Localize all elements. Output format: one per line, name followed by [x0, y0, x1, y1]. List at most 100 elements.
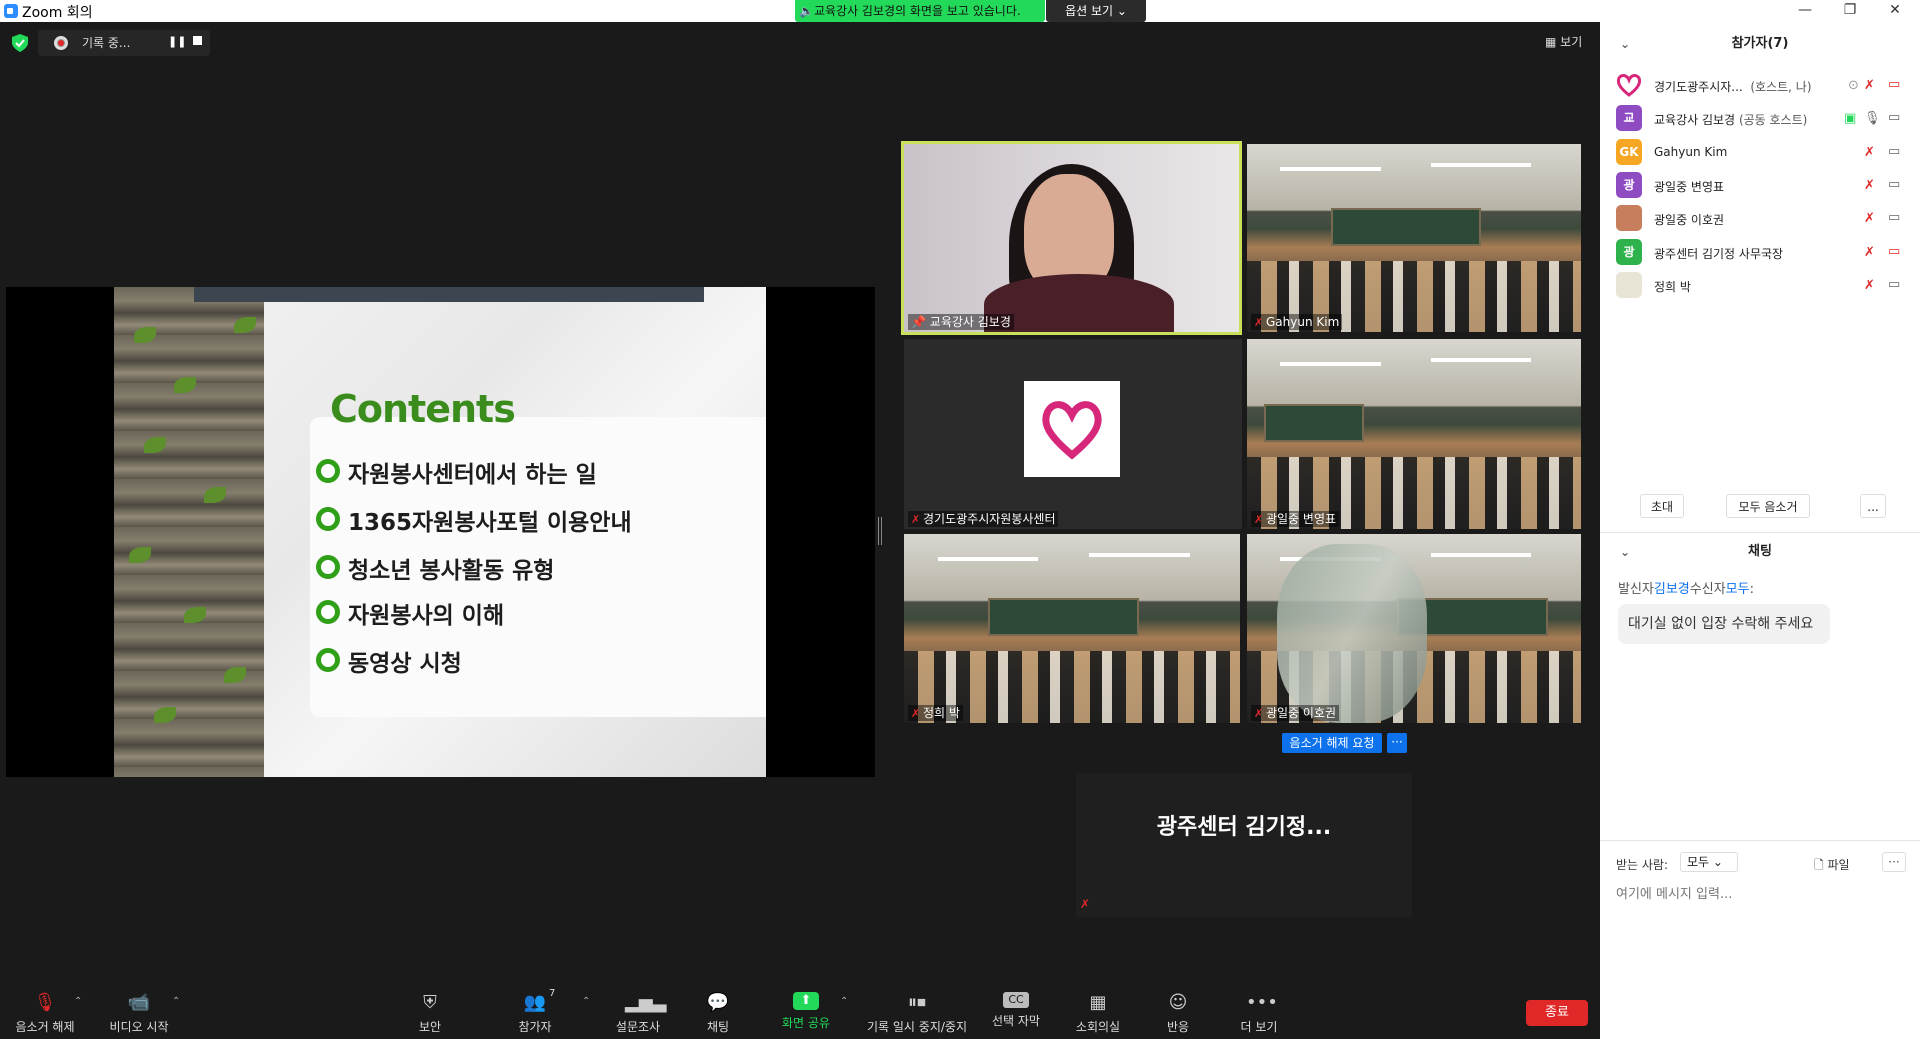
video-tile[interactable]: ✗ 광일중 이호권: [1247, 534, 1581, 723]
mic-muted-icon: ✗: [1080, 897, 1091, 911]
zoom-logo-icon: [4, 4, 18, 18]
tile-more-button[interactable]: ···: [1387, 733, 1407, 753]
share-caret-icon[interactable]: ⌃: [840, 996, 848, 1007]
share-banner-text: 교육강사 김보경의 화면을 보고 있습니다.: [813, 4, 1021, 18]
chat-message-input[interactable]: [1616, 882, 1906, 906]
avatar: [1616, 272, 1642, 298]
participant-row[interactable]: 교 교육강사 김보경 (공동 호스트) ▣ 🎙 ▭: [1616, 99, 1906, 133]
minimize-icon[interactable]: —: [1785, 0, 1825, 22]
video-icon[interactable]: ▭: [1888, 177, 1900, 192]
video-icon[interactable]: ▭: [1888, 144, 1900, 159]
participants-more-button[interactable]: ...: [1860, 494, 1886, 518]
mic-muted-icon[interactable]: ✗: [1864, 211, 1875, 226]
avatar: 광: [1616, 172, 1642, 198]
video-icon[interactable]: ▭: [1888, 110, 1900, 125]
polls-button[interactable]: ▂▅▃ 설문조사: [612, 980, 667, 1039]
bullet-icon: [316, 648, 340, 672]
participant-name: 광일중 이호권: [1654, 213, 1725, 227]
participant-row[interactable]: GK Gahyun Kim ✗ ▭: [1616, 133, 1906, 167]
center-logo: [1024, 381, 1120, 477]
participants-caret-icon[interactable]: ⌃: [582, 996, 590, 1007]
video-tile[interactable]: ✗ Gahyun Kim: [1247, 144, 1581, 332]
video-off-icon[interactable]: ▭: [1888, 77, 1900, 92]
panel-divider: [1600, 840, 1920, 841]
file-button[interactable]: 🗋 파일: [1814, 856, 1850, 877]
unmute-button[interactable]: 🎙 음소거 해제: [10, 980, 80, 1039]
stone-wall-image: [114, 287, 264, 777]
start-video-button[interactable]: 📹 비디오 시작: [104, 980, 174, 1039]
send-to-dropdown[interactable]: 모두 ⌄: [1680, 852, 1738, 872]
ask-to-unmute-button[interactable]: 음소거 해제 요청: [1282, 733, 1382, 753]
breakout-rooms-button[interactable]: ▦ 소회의실: [1072, 980, 1124, 1039]
chat-message-bubble: 대기실 없이 입장 수락해 주세요: [1618, 604, 1830, 644]
mute-all-button[interactable]: 모두 음소거: [1726, 494, 1810, 518]
tile-name-label: ✗ 광일중 이호권: [1251, 705, 1340, 721]
participant-name: 경기도광주시자... (호스트, 나): [1654, 80, 1812, 94]
chat-bubble-icon: 💬: [706, 992, 730, 1013]
tile-name-label: ✗ 광일중 변영표: [1251, 511, 1340, 527]
chat-message-meta: 발신자김보경수신자모두:: [1618, 582, 1754, 597]
close-icon[interactable]: ✕: [1875, 0, 1915, 22]
video-tile[interactable]: ✗ 경기도광주시자원봉사센터: [904, 339, 1242, 529]
mic-muted-icon[interactable]: ✗: [1864, 278, 1875, 293]
reactions-button[interactable]: ☺ 반응: [1160, 980, 1196, 1039]
mic-muted-icon[interactable]: ✗: [1864, 245, 1875, 260]
end-meeting-button[interactable]: 종료: [1526, 1000, 1588, 1026]
participant-name: 광주센터 김기정 사무국장: [1654, 247, 1784, 261]
recording-label: 기록 중...: [82, 36, 131, 50]
view-button[interactable]: ▦ 보기: [1545, 33, 1582, 50]
bullet-icon: [316, 459, 340, 483]
view-options-button[interactable]: 옵션 보기 ⌄: [1046, 0, 1146, 22]
pause-stop-icon: ⏸⏹: [908, 992, 926, 1013]
video-icon[interactable]: ▭: [1888, 210, 1900, 225]
audio-options-caret-icon[interactable]: ⌃: [74, 996, 82, 1007]
pause-record-icon[interactable]: ❚❚: [168, 35, 186, 48]
slide-item: 청소년 봉사활동 유형: [316, 551, 554, 585]
security-button[interactable]: ⛨ 보안: [410, 980, 450, 1039]
cc-icon: CC: [1003, 992, 1029, 1008]
mic-muted-icon: ✗: [1254, 316, 1264, 329]
participant-row[interactable]: 광 광일중 변영표 ✗ ▭: [1616, 166, 1906, 200]
participant-row[interactable]: 광일중 이호권 ✗ ▭: [1616, 199, 1906, 233]
record-indicator-icon: ⊙: [1848, 78, 1859, 93]
video-tile-active-speaker[interactable]: 📌 교육강사 김보경: [901, 141, 1242, 335]
presentation-slide: Contents 자원봉사센터에서 하는 일 1365자원봉사포털 이용안내 청…: [114, 287, 766, 777]
participant-row[interactable]: 정희 박 ✗ ▭: [1616, 266, 1906, 300]
mic-muted-icon: ✗: [911, 513, 921, 526]
video-tile[interactable]: ✗ 광일중 변영표: [1247, 339, 1581, 529]
collapse-chevron-icon[interactable]: ⌄: [1620, 537, 1630, 567]
mic-muted-icon[interactable]: ✗: [1864, 145, 1875, 160]
tile-name-label: ✗ Gahyun Kim: [1251, 314, 1343, 330]
mic-icon[interactable]: 🎙: [1864, 111, 1881, 126]
participant-row[interactable]: 경기도광주시자... (호스트, 나) ⊙ ✗ ▭: [1616, 66, 1906, 100]
video-tile-name-only[interactable]: 광주센터 김기정... ✗: [1076, 773, 1412, 917]
video-icon[interactable]: ▭: [1888, 277, 1900, 292]
collapse-chevron-icon[interactable]: ⌄: [1620, 29, 1630, 59]
restore-icon[interactable]: ❐: [1830, 0, 1870, 22]
video-tile[interactable]: ✗ 정희 박: [904, 534, 1240, 723]
slide-top-bar: [194, 287, 704, 302]
chat-button[interactable]: 💬 채팅: [700, 980, 736, 1039]
share-screen-button[interactable]: ⬆ 화면 공유: [778, 980, 834, 1039]
more-button[interactable]: ••• 더 보기: [1234, 980, 1284, 1039]
meeting-toolbar: 🎙 음소거 해제 ⌃ 📹 비디오 시작 ⌃ ⛨ 보안 👥 참가자 7 ⌃ ▂▅▃ 설문조사…: [0, 980, 1600, 1039]
tile-name-label: 📌 교육강사 김보경: [908, 314, 1014, 330]
split-view-handle[interactable]: [878, 517, 882, 545]
slide-title: Contents: [330, 387, 516, 431]
stop-record-icon[interactable]: [193, 36, 202, 45]
window-title: Zoom 회의: [22, 5, 93, 21]
video-options-caret-icon[interactable]: ⌃: [172, 996, 180, 1007]
sharing-screen-icon: ▣: [1844, 111, 1857, 126]
record-dot-icon: [54, 36, 68, 50]
chat-more-button[interactable]: ···: [1882, 852, 1906, 872]
video-off-icon[interactable]: ▭: [1888, 244, 1900, 259]
captions-button[interactable]: CC 선택 자막: [988, 980, 1044, 1039]
mic-muted-icon[interactable]: ✗: [1864, 178, 1875, 193]
invite-button[interactable]: 초대: [1640, 494, 1684, 518]
share-arrow-icon: ⬆: [793, 992, 819, 1010]
participant-row[interactable]: 광 광주센터 김기정 사무국장 ✗ ▭: [1616, 233, 1906, 267]
mic-muted-icon[interactable]: ✗: [1864, 78, 1875, 93]
pause-stop-recording-button[interactable]: ⏸⏹ 기록 일시 중지/중지: [862, 980, 972, 1039]
slide-item: 1365자원봉사포털 이용안내: [316, 503, 632, 537]
participant-name: 광일중 변영표: [1654, 180, 1725, 194]
